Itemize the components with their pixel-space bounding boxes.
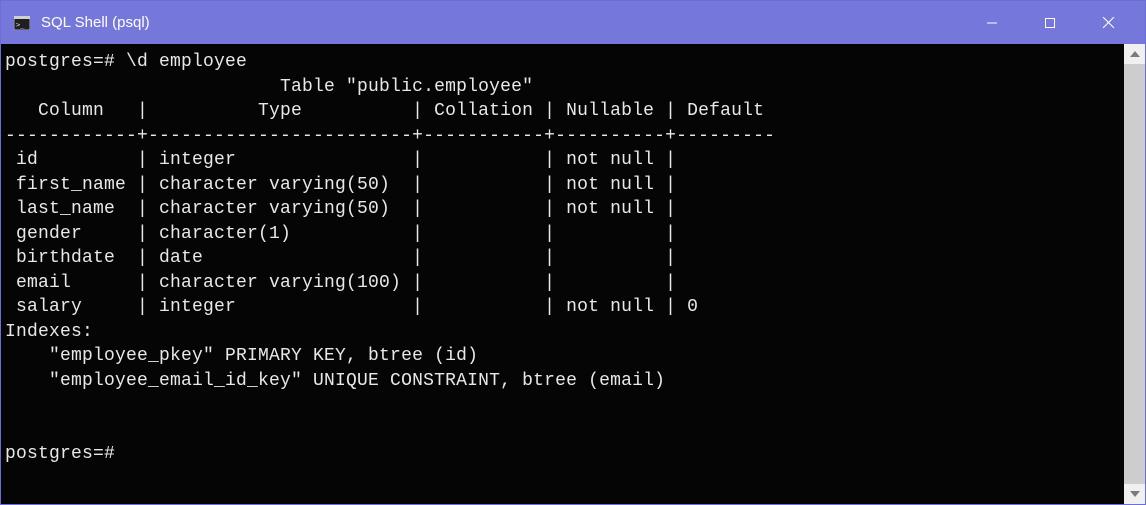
prompt-ready: postgres=#: [5, 444, 115, 464]
scroll-thumb[interactable]: [1124, 64, 1145, 484]
console-area: postgres=# \d employee Table "public.emp…: [1, 44, 1145, 504]
scroll-up-arrow-icon[interactable]: [1124, 44, 1145, 64]
prompt-command: postgres=# \d employee: [5, 52, 247, 72]
table-header-row: Column | Type | Collation | Nullable | D…: [5, 101, 764, 121]
table-title: Table "public.employee": [5, 77, 533, 97]
table-row: last_name | character varying(50) | | no…: [5, 199, 676, 219]
svg-text:>_: >_: [16, 21, 25, 29]
index-entry: "employee_pkey" PRIMARY KEY, btree (id): [5, 346, 478, 366]
index-entry: "employee_email_id_key" UNIQUE CONSTRAIN…: [5, 371, 665, 391]
window-controls: [963, 1, 1137, 44]
table-divider: ------------+------------------------+--…: [5, 126, 775, 146]
table-row: salary | integer | | not null | 0: [5, 297, 698, 317]
table-row: email | character varying(100) | | |: [5, 273, 676, 293]
indexes-label: Indexes:: [5, 322, 93, 342]
close-button[interactable]: [1079, 1, 1137, 44]
app-icon: >_: [13, 14, 31, 32]
terminal-output[interactable]: postgres=# \d employee Table "public.emp…: [1, 44, 1124, 504]
window-title: SQL Shell (psql): [41, 14, 963, 31]
table-row: id | integer | | not null |: [5, 150, 676, 170]
vertical-scrollbar[interactable]: [1124, 44, 1145, 504]
minimize-button[interactable]: [963, 1, 1021, 44]
scroll-track[interactable]: [1124, 64, 1145, 484]
table-row: first_name | character varying(50) | | n…: [5, 175, 676, 195]
table-row: birthdate | date | | |: [5, 248, 676, 268]
scroll-down-arrow-icon[interactable]: [1124, 484, 1145, 504]
maximize-button[interactable]: [1021, 1, 1079, 44]
table-row: gender | character(1) | | |: [5, 224, 676, 244]
window-titlebar: >_ SQL Shell (psql): [1, 1, 1145, 44]
